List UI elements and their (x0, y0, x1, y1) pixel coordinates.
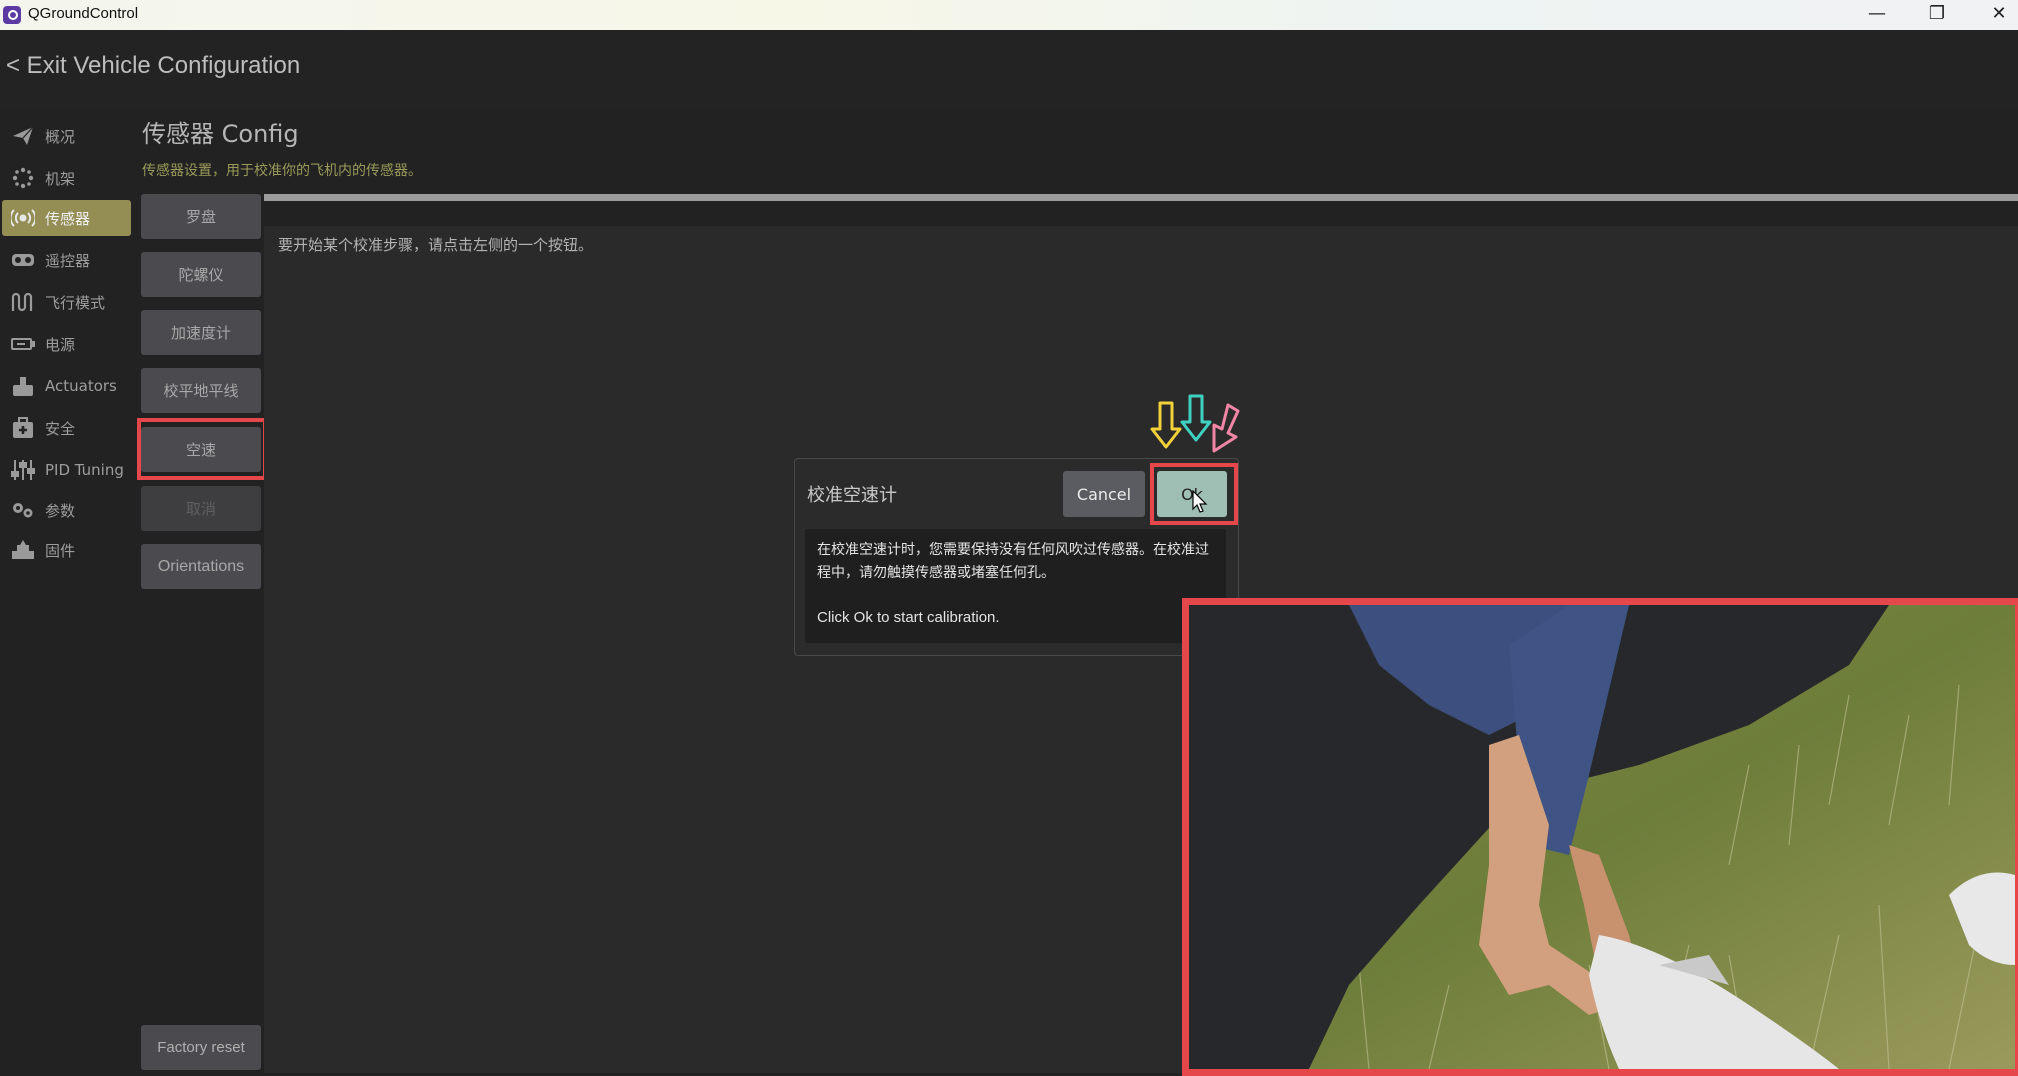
sidebar-item-label: Actuators (45, 377, 117, 395)
page-subtitle: 传感器设置，用于校准你的飞机内的传感器。 (142, 163, 422, 179)
airframe-icon (11, 167, 35, 189)
yellow-arrow-icon (1150, 401, 1182, 449)
app-logo-icon (3, 6, 21, 24)
sidebar-item-label: 传感器 (45, 209, 91, 228)
sensor-icon (11, 207, 35, 229)
airspeed-highlight-box (137, 418, 267, 480)
teal-arrow-icon (1180, 394, 1212, 442)
sidebar-item-radio[interactable]: 遥控器 (2, 242, 131, 278)
firmware-icon (11, 539, 35, 561)
sidebar-item-label: 遥控器 (45, 251, 91, 270)
sidebar-item-safety[interactable]: 安全 (2, 410, 131, 446)
battery-icon (11, 333, 35, 355)
orientations-button[interactable]: Orientations (141, 544, 261, 589)
sidebar-item-flight-modes[interactable]: 飞行模式 (2, 284, 131, 320)
pink-arrow-icon (1212, 403, 1240, 453)
sidebar-item-actuators[interactable]: Actuators (2, 368, 131, 404)
dialog-message-box: 在校准空速计时，您需要保持没有任何风吹过传感器。在校准过程中，请勿触摸传感器或堵… (805, 529, 1226, 643)
compass-calibration-button[interactable]: 罗盘 (141, 194, 261, 239)
window-title: QGroundControl (28, 5, 139, 22)
sidebar-item-pid-tuning[interactable]: PID Tuning (2, 452, 131, 488)
sidebar-item-summary[interactable]: 概况 (2, 118, 131, 154)
sidebar-item-label: 概况 (45, 127, 76, 146)
title-bar: QGroundControl — ❐ ✕ (0, 0, 2018, 30)
plane-icon (11, 125, 35, 147)
cancel-calibration-button: 取消 (141, 486, 261, 531)
radio-icon (11, 249, 35, 271)
pointer-arrows-annotation (1150, 393, 1260, 459)
sidebar-item-label: PID Tuning (45, 461, 124, 479)
sidebar-item-power[interactable]: 电源 (2, 326, 131, 362)
factory-reset-button[interactable]: Factory reset (141, 1025, 261, 1070)
actuators-icon (11, 375, 35, 397)
tuning-icon (11, 459, 35, 481)
airspeed-sensor-photo (1182, 598, 2018, 1076)
sidebar-item-label: 电源 (45, 335, 76, 354)
accelerometer-calibration-button[interactable]: 加速度计 (141, 310, 261, 355)
sidebar-item-firmware[interactable]: 固件 (2, 532, 131, 568)
calibration-progress-bar (264, 194, 2018, 201)
close-button[interactable]: ✕ (1979, 3, 2018, 24)
exit-vehicle-configuration-button[interactable]: < Exit Vehicle Configuration (6, 52, 300, 80)
sidebar-item-label: 飞行模式 (45, 293, 106, 312)
dialog-title: 校准空速计 (807, 485, 897, 506)
sidebar-item-sensors[interactable]: 传感器 (2, 200, 131, 236)
sidebar-item-label: 固件 (45, 541, 76, 560)
mouse-pointer-icon (1192, 489, 1208, 518)
flight-modes-icon (11, 291, 35, 313)
sidebar-item-label: 机架 (45, 169, 76, 188)
sidebar-item-parameters[interactable]: 参数 (2, 492, 131, 528)
gyroscope-calibration-button[interactable]: 陀螺仪 (141, 252, 261, 297)
dialog-message-english: Click Ok to start calibration. (817, 609, 1000, 626)
parameters-icon (11, 499, 35, 521)
sidebar-item-airframe[interactable]: 机架 (2, 160, 131, 196)
level-horizon-button[interactable]: 校平地平线 (141, 368, 261, 413)
page-title: 传感器 Config (142, 120, 299, 148)
sidebar-item-label: 参数 (45, 501, 76, 520)
header-bar: < Exit Vehicle Configuration (0, 30, 2018, 110)
dialog-message-chinese: 在校准空速计时，您需要保持没有任何风吹过传感器。在校准过程中，请勿触摸传感器或堵… (817, 542, 1209, 581)
safety-icon (11, 417, 35, 439)
calibration-hint-text: 要开始某个校准步骤，请点击左侧的一个按钮。 (278, 236, 594, 254)
minimize-button[interactable]: — (1857, 3, 1897, 24)
sidebar-item-label: 安全 (45, 419, 76, 438)
restore-button[interactable]: ❐ (1917, 3, 1957, 24)
dialog-cancel-button[interactable]: Cancel (1063, 471, 1145, 517)
